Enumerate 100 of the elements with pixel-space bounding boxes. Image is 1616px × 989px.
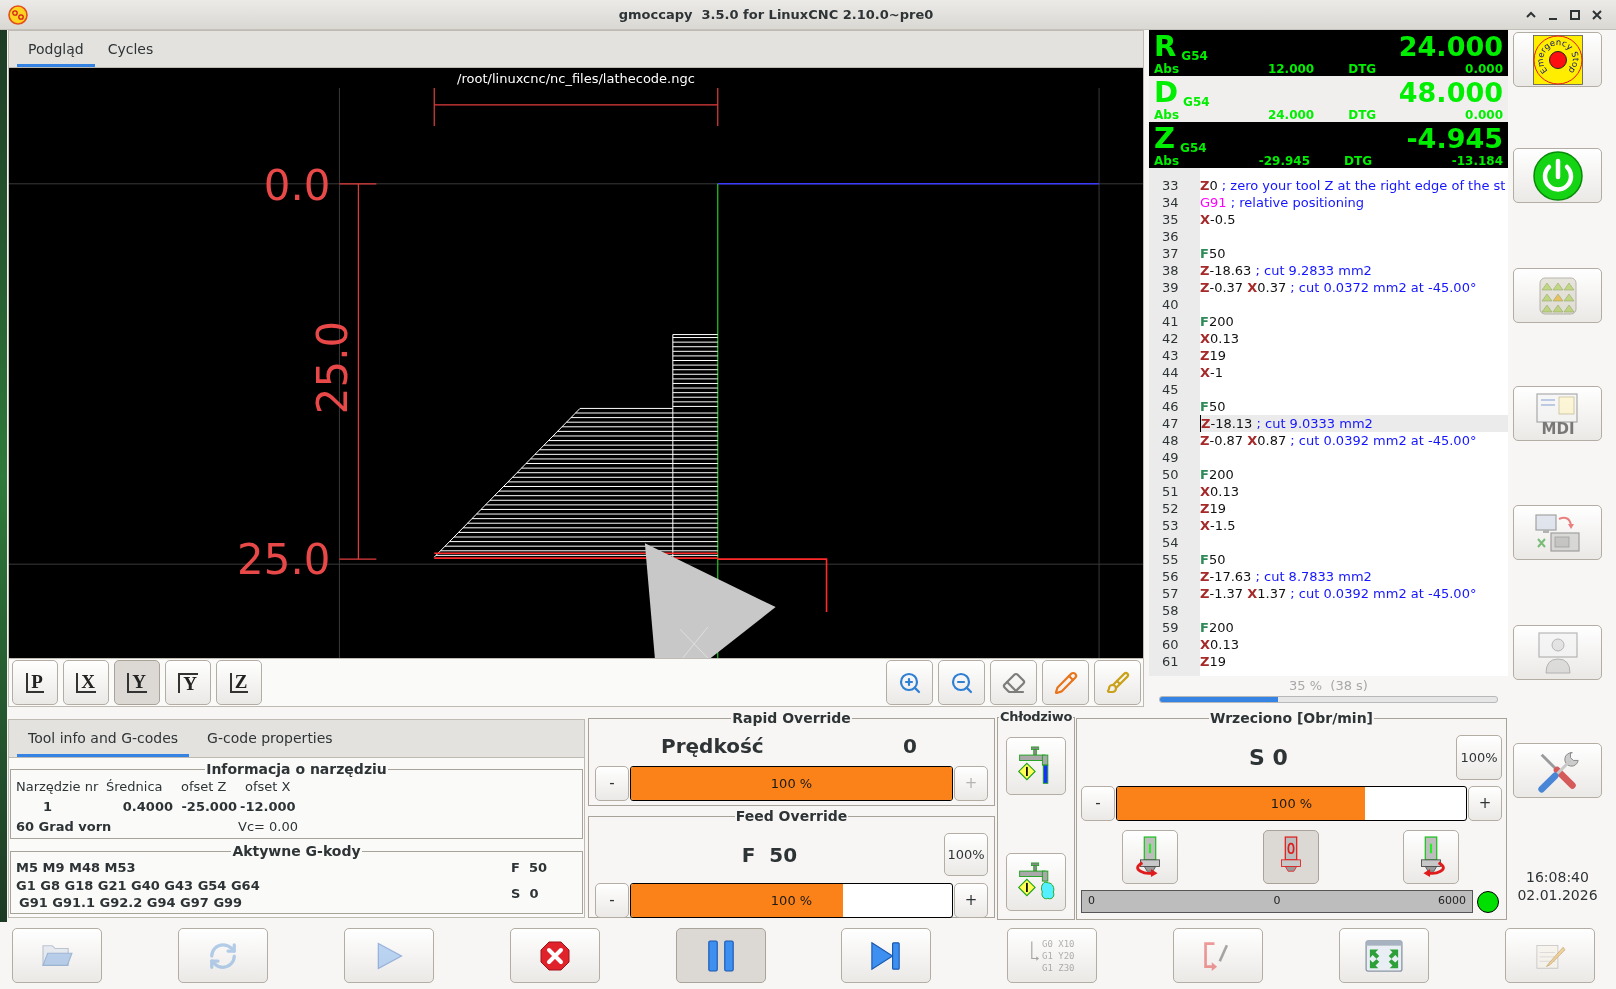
line-number: 40 (1162, 296, 1179, 313)
maximize-icon[interactable] (1568, 7, 1582, 22)
tool-diameter: 0.4000 (122, 798, 174, 816)
window-title: gmoccapy 3.5.0 for LinuxCNC 2.10.0~pre0 (617, 5, 935, 24)
fullscreen-icon (1365, 939, 1403, 972)
abs-value: -29.945 (1258, 154, 1310, 168)
offset-x: -12.000 (240, 798, 296, 816)
coolant-button[interactable] (1006, 853, 1066, 911)
spindle-direction-button[interactable] (1122, 830, 1178, 884)
code-line: F50 (1200, 551, 1226, 568)
line-number: 58 (1162, 602, 1179, 619)
coordinate-system: G54 (1181, 49, 1208, 63)
code-line: F200 (1200, 619, 1234, 636)
line-number: 43 (1162, 347, 1179, 364)
spindle-speed: S 0 (1248, 744, 1289, 772)
decrease-button[interactable]: - (595, 766, 629, 801)
decrease-button[interactable]: - (595, 883, 629, 918)
decrease-button[interactable]: - (1081, 786, 1115, 821)
feed-value: F 50 (740, 841, 799, 869)
code-line: F200 (1200, 313, 1234, 330)
dtg-value: -13.184 (1451, 154, 1503, 168)
brush-button[interactable] (1094, 660, 1141, 705)
code-line: X0.13 (1200, 636, 1239, 653)
pause-button[interactable] (675, 928, 766, 983)
abs-value: 12.000 (1267, 62, 1315, 76)
eraser-icon (1001, 670, 1026, 695)
view-button[interactable]: Y (165, 660, 211, 705)
tool-description: 60 Grad vorn (16, 818, 112, 836)
view-button[interactable]: X (63, 660, 109, 705)
gauge-value: 0 (1273, 893, 1281, 910)
code-line: Z-18.13 ; cut 9.0333 mm2 (1200, 415, 1373, 432)
reset-button[interactable]: 100% (1456, 735, 1502, 780)
spindle-direction-button[interactable] (1262, 830, 1319, 884)
dtg-value: 0.000 (1465, 108, 1503, 122)
line-number: 49 (1162, 449, 1179, 466)
section-title: Chłodziwo (998, 709, 1074, 725)
zoom-in-button[interactable] (886, 660, 933, 705)
offset-z: -25.000 (181, 798, 238, 816)
stop-button[interactable] (509, 928, 600, 983)
column-header: ofset Z (181, 778, 227, 796)
refresh-icon (207, 940, 238, 971)
abs-label: Abs (1154, 154, 1180, 168)
override-slider[interactable]: 100 % (630, 766, 953, 801)
line-number: 46 (1162, 398, 1179, 415)
tab[interactable]: Tool info and G-codes (17, 720, 190, 757)
line-number: 37 (1162, 245, 1179, 262)
zoom-out-button[interactable] (938, 660, 985, 705)
pause-icon (705, 938, 736, 973)
pencil-button[interactable] (1042, 660, 1089, 705)
view-button[interactable]: Y (114, 660, 160, 705)
code-line: Z19 (1200, 347, 1226, 364)
eraser-button[interactable] (990, 660, 1037, 705)
abs-label: Abs (1154, 62, 1180, 76)
app-logo-icon[interactable] (8, 4, 28, 25)
stop-icon (538, 939, 571, 972)
coolant-button[interactable] (1006, 737, 1066, 795)
dtg-label: DTG (1344, 154, 1372, 168)
line-number: 57 (1162, 585, 1179, 602)
override-slider[interactable]: 100 % (630, 883, 953, 918)
increase-button[interactable]: + (954, 883, 988, 918)
increase-button[interactable]: + (1468, 786, 1502, 821)
line-number: 35 (1162, 211, 1179, 228)
close-icon[interactable] (1590, 7, 1604, 22)
tab[interactable]: G-code properties (189, 720, 351, 757)
file-path: /root/linuxcnc/nc_files/lathecode.ngc (457, 70, 695, 88)
code-line: X0.13 (1200, 483, 1239, 500)
dtg-label: DTG (1348, 108, 1377, 122)
active-speed: S 0 (511, 884, 539, 902)
step-button[interactable] (841, 928, 932, 983)
line-number: 54 (1162, 534, 1179, 551)
dimension-label: 25.0 (237, 535, 331, 585)
tool-number: 1 (43, 798, 53, 816)
position-value: -4.945 (1406, 124, 1503, 153)
view-button[interactable]: P (12, 660, 58, 705)
coordinate-system: G54 (1180, 141, 1207, 155)
slider-value: 100 % (1270, 794, 1313, 813)
fullscreen-button[interactable] (1339, 928, 1429, 983)
code-line: F50 (1200, 245, 1226, 262)
slider-value: 100 % (770, 891, 813, 910)
power-button[interactable] (1513, 148, 1602, 203)
code-line: X0.13 (1200, 330, 1239, 347)
section-title: Feed Override (734, 808, 849, 824)
column-header: Średnica (105, 778, 163, 796)
spindle-direction-button[interactable] (1403, 830, 1459, 884)
pencil-icon (1053, 670, 1078, 695)
line-number: 38 (1162, 262, 1179, 279)
active-codes: G91 G91.1 G92.2 G94 G97 G99 (18, 894, 243, 912)
line-number: 33 (1162, 177, 1179, 194)
code-line: Z0 ; zero your tool Z at the right edge of the st (1200, 177, 1506, 194)
dimension-label: 0.0 (263, 160, 331, 210)
tab[interactable]: Cycles (94, 31, 167, 67)
line-number: 44 (1162, 364, 1179, 381)
settings-button[interactable] (1513, 743, 1602, 798)
line-number: 61 (1162, 653, 1179, 670)
axis-letter: R (1154, 32, 1177, 61)
section-title: Aktywne G-kody (231, 843, 362, 859)
reset-button[interactable]: 100% (944, 833, 988, 876)
override-slider[interactable]: 100 % (1116, 786, 1467, 821)
rapid-label: Prędkość (661, 733, 764, 760)
view-button[interactable]: Z (216, 660, 262, 705)
